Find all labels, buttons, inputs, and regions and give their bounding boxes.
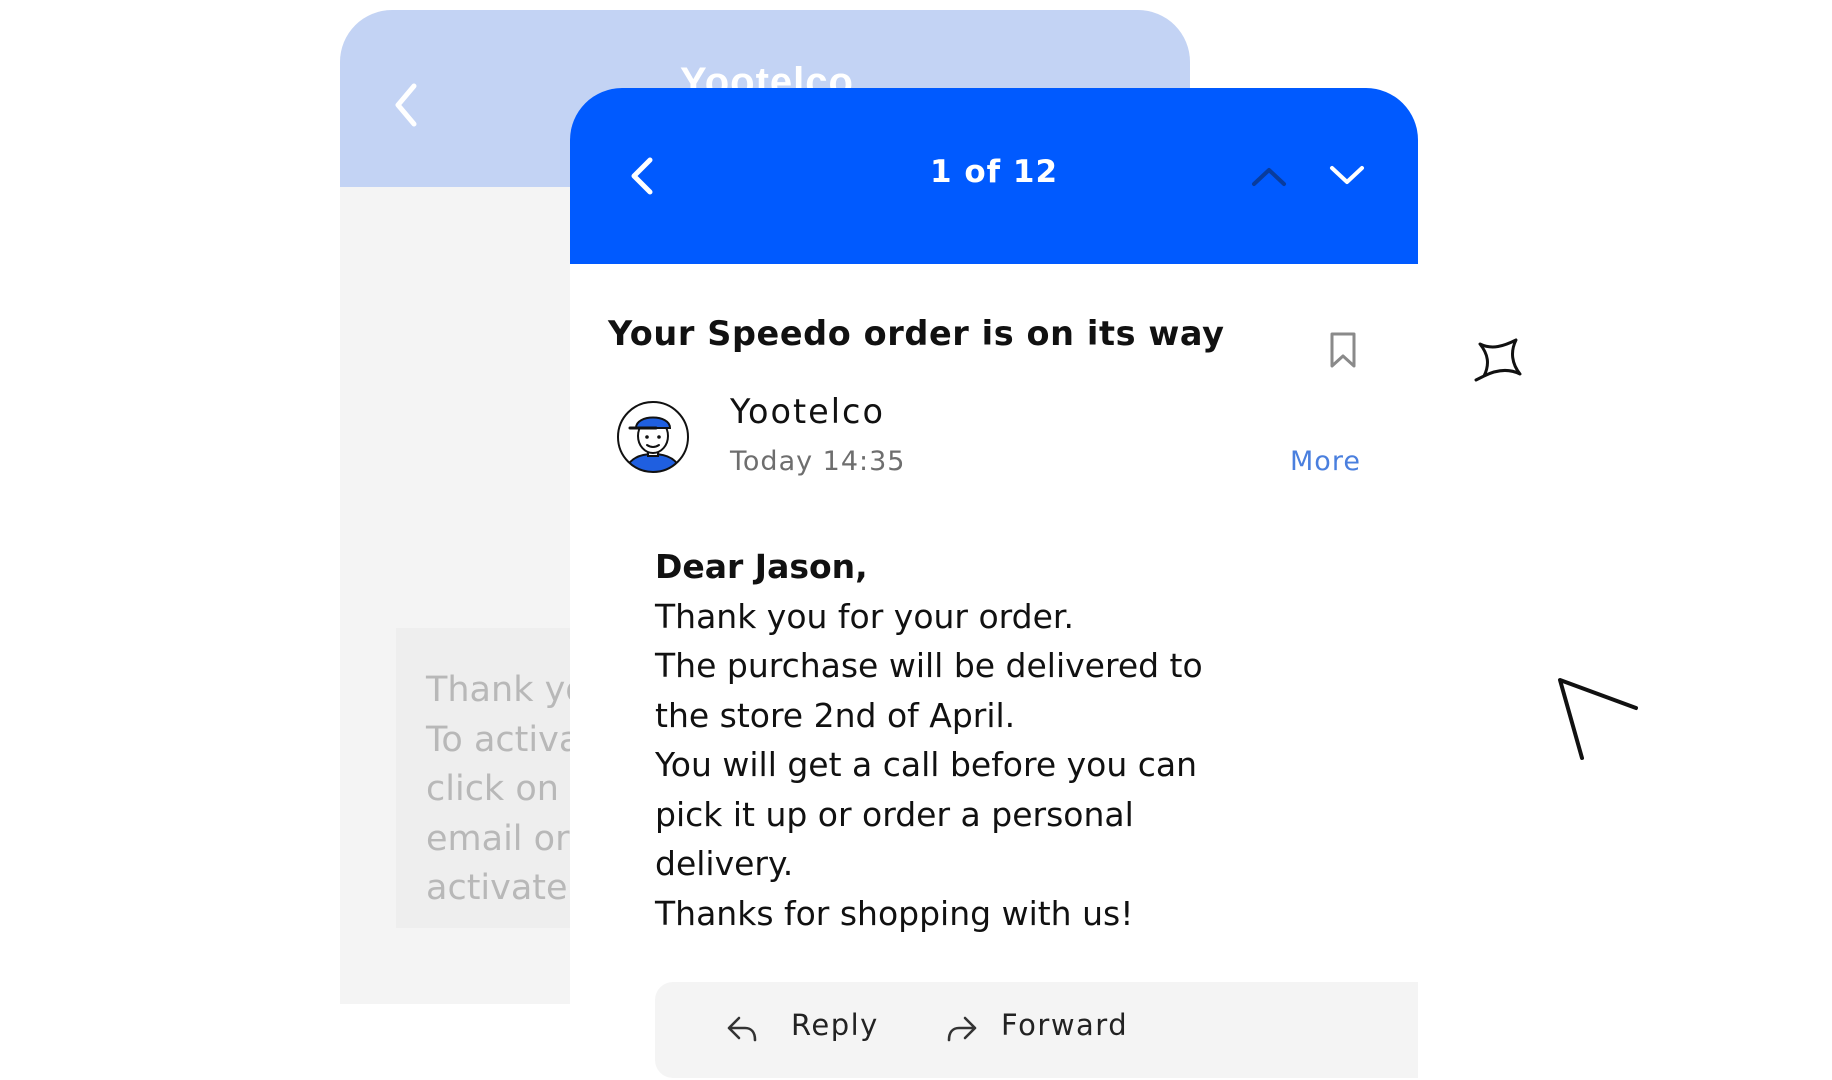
forward-button[interactable]: Forward <box>945 982 1145 1078</box>
email-header: 1 of 12 <box>570 88 1418 264</box>
background-line: activate i <box>426 868 589 908</box>
email-body-line: The purchase will be delivered to <box>655 646 1203 685</box>
forward-label: Forward <box>1001 1008 1129 1042</box>
email-subject: Your Speedo order is on its way <box>608 314 1225 353</box>
reply-label: Reply <box>791 1008 879 1042</box>
email-body-line: pick it up or order a personal <box>655 794 1134 834</box>
email-screen: 1 of 12 Your Speedo order is on its way <box>570 88 1418 1080</box>
cursor-doodle <box>1558 678 1638 760</box>
received-time: Today 14:35 <box>730 446 906 477</box>
bookmark-button[interactable] <box>1326 330 1360 370</box>
chevron-left-icon <box>395 83 417 127</box>
email-body: Dear Jason, Thank you for your order. Th… <box>655 542 1335 938</box>
previous-message-button[interactable] <box>1246 158 1292 194</box>
email-greeting: Dear Jason, <box>655 547 868 586</box>
forward-icon <box>947 1016 977 1042</box>
sender-name: Yootelco <box>730 392 885 431</box>
background-line: Thank yo <box>426 670 587 710</box>
email-body-line: delivery. <box>655 844 794 883</box>
chevron-up-icon <box>1252 168 1286 186</box>
next-message-button[interactable] <box>1324 158 1370 194</box>
background-line: click on t <box>426 769 584 809</box>
background-message-text: Thank yo To activa click on t email or a… <box>426 666 588 914</box>
sender-avatar <box>617 401 689 473</box>
bookmark-icon <box>1330 332 1356 368</box>
background-line: email or <box>426 818 570 859</box>
email-body-line: the store 2nd of April. <box>655 695 1016 735</box>
sparkle-doodle <box>1474 338 1522 382</box>
background-line: To activa <box>426 719 581 760</box>
reply-button[interactable]: Reply <box>725 982 905 1078</box>
more-link[interactable]: More <box>1290 446 1361 477</box>
action-bar: Reply Forward <box>655 982 1418 1078</box>
chevron-down-icon <box>1330 166 1364 184</box>
email-body-line: Thank you for your order. <box>655 596 1074 636</box>
reply-icon <box>727 1016 757 1042</box>
email-body-line: You will get a call before you can <box>655 745 1198 784</box>
email-body-line: Thanks for shopping with us! <box>655 893 1134 933</box>
